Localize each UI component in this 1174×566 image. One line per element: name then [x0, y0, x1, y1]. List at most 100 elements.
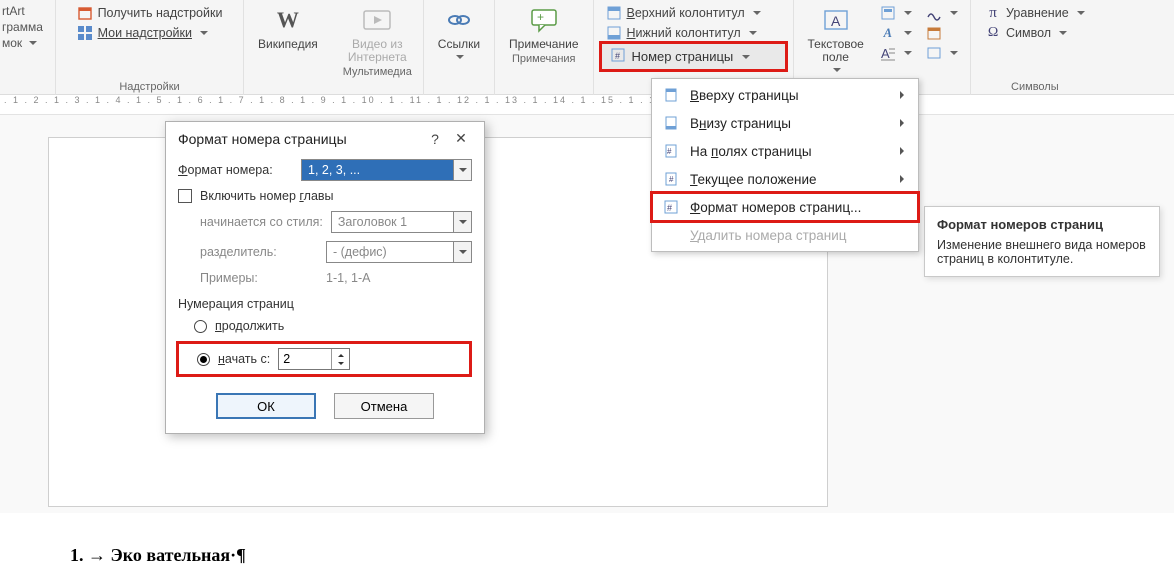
menu-top-of-page[interactable]: Вверху страницы — [652, 81, 918, 109]
page-bottom-icon — [662, 114, 680, 132]
tooltip-heading: Формат номеров страниц — [937, 217, 1147, 232]
continue-radio[interactable] — [194, 320, 207, 333]
page-number-icon: # — [610, 47, 626, 66]
header-dropdown[interactable]: Верхний колонтитул — [602, 4, 785, 22]
menu-format-page-numbers[interactable]: # Формат номеров страниц... — [652, 193, 918, 221]
group-illustrations-partial: rtArt грамма мок — [0, 0, 56, 95]
chapter-style-select[interactable]: Заголовок 1 — [331, 211, 472, 233]
dropcap-button[interactable]: A — [876, 44, 916, 62]
page-margins-icon: # — [662, 142, 680, 160]
horizontal-ruler[interactable]: . 1 . 2 . 1 . 3 . 1 . 4 . 1 . 5 . 1 . 6 … — [0, 95, 1174, 115]
spinner-arrows[interactable] — [331, 349, 349, 369]
page-number-dropdown[interactable]: # Номер страницы — [602, 44, 785, 69]
submenu-arrow-icon — [900, 119, 908, 127]
separator-select[interactable]: - (дефис) — [326, 241, 472, 263]
page-number-menu: Вверху страницы Внизу страницы # На поля… — [651, 78, 919, 252]
store-icon — [77, 5, 93, 21]
quickparts-button[interactable] — [876, 4, 916, 22]
quickparts-icon — [880, 5, 896, 21]
submenu-arrow-icon — [900, 147, 908, 155]
my-addins-button[interactable]: Мои надстройки — [73, 24, 227, 42]
chapter-style-value: Заголовок 1 — [338, 215, 407, 229]
separator-label: разделитель: — [200, 245, 318, 259]
wordart-icon: A — [880, 25, 896, 41]
menu-current-position[interactable]: # Текущее положение — [652, 165, 918, 193]
page-top-icon — [662, 86, 680, 104]
online-video-button[interactable]: Видео из Интернета — [342, 2, 413, 66]
document-text-line: 1. → Эко вательная·¶ — [70, 545, 246, 566]
header-label: Верхний колонтитул — [627, 6, 745, 20]
svg-text:+: + — [537, 10, 544, 24]
comment-icon: + — [528, 4, 560, 36]
svg-text:#: # — [615, 51, 620, 61]
start-at-spinner[interactable] — [278, 348, 350, 370]
menu-page-margins[interactable]: # На полях страницы — [652, 137, 918, 165]
comment-label: Примечание — [509, 38, 578, 51]
format-icon: # — [662, 198, 680, 216]
signature-icon — [926, 5, 942, 21]
cancel-button[interactable]: Отмена — [334, 393, 434, 419]
dialog-help-button[interactable]: ? — [422, 131, 448, 147]
footer-dropdown[interactable]: Нижний колонтитул — [602, 24, 785, 42]
ok-button[interactable]: ОК — [216, 393, 316, 419]
textbox-icon: A — [820, 4, 852, 36]
links-label: Ссылки — [438, 38, 480, 51]
examples-value: 1-1, 1-А — [326, 271, 370, 285]
start-at-radio[interactable] — [197, 353, 210, 366]
signature-button[interactable] — [922, 4, 962, 22]
group-links: Ссылки — [424, 0, 495, 95]
wikipedia-icon: W — [272, 4, 304, 36]
grid-icon — [77, 25, 93, 41]
svg-text:#: # — [667, 203, 672, 213]
menu-format-label: Формат номеров страниц... — [690, 200, 861, 215]
separator-value: - (дефис) — [333, 245, 387, 259]
svg-text:A: A — [881, 46, 890, 61]
dropdown-icon[interactable] — [453, 160, 471, 180]
dropdown-icon[interactable] — [453, 212, 471, 232]
textbox-button[interactable]: A Текстовое поле — [802, 2, 870, 80]
screenshot-label-partial[interactable]: мок — [2, 36, 37, 50]
dialog-close-button[interactable]: ✕ — [448, 130, 474, 147]
page-number-label: Номер страницы — [632, 49, 734, 64]
comments-group-label: Примечания — [512, 53, 576, 67]
dialog-titlebar[interactable]: Формат номера страницы ? ✕ — [166, 122, 484, 155]
dialog-title: Формат номера страницы — [178, 131, 422, 147]
footer-label: Нижний колонтитул — [627, 26, 741, 40]
dropcap-icon: A — [880, 45, 896, 61]
start-at-input[interactable] — [279, 349, 331, 369]
equation-button[interactable]: π Уравнение — [981, 4, 1089, 22]
comment-button[interactable]: + Примечание — [503, 2, 584, 53]
continue-label: продолжить — [215, 319, 284, 333]
textbox-label: Текстовое поле — [808, 38, 864, 64]
menu-remove-label: Удалить номера страниц — [690, 228, 847, 243]
smartart-label-partial[interactable]: rtArt — [2, 4, 25, 18]
include-chapter-label: Включить номер главы — [200, 189, 334, 203]
svg-text:A: A — [831, 13, 841, 29]
group-addins: Получить надстройки Мои надстройки Надст… — [56, 0, 244, 95]
submenu-arrow-icon — [900, 91, 908, 99]
header-icon — [606, 5, 622, 21]
object-button[interactable] — [922, 44, 962, 62]
pi-icon: π — [985, 5, 1001, 21]
dropdown-icon[interactable] — [453, 242, 471, 262]
omega-icon: Ω — [985, 25, 1001, 41]
chart-label-partial[interactable]: грамма — [2, 20, 43, 34]
number-format-select[interactable]: 1, 2, 3, ... — [301, 159, 472, 181]
tooltip-body: Изменение внешнего вида номеров страниц … — [937, 238, 1147, 266]
menu-remove-page-numbers[interactable]: Удалить номера страниц — [652, 221, 918, 249]
menu-bottom-label: Внизу страницы — [690, 116, 791, 131]
examples-label: Примеры: — [200, 271, 318, 285]
links-button[interactable]: Ссылки — [432, 2, 486, 66]
menu-bottom-of-page[interactable]: Внизу страницы — [652, 109, 918, 137]
group-symbols: π Уравнение Ω Символ Символы — [971, 0, 1099, 95]
dialog-page-number-format: Формат номера страницы ? ✕ Формат номера… — [165, 121, 485, 434]
wordart-button[interactable]: A — [876, 24, 916, 42]
menu-margins-label: На полях страницы — [690, 144, 812, 159]
datetime-button[interactable] — [922, 24, 962, 42]
wikipedia-button[interactable]: W Википедия — [252, 2, 324, 53]
include-chapter-checkbox[interactable] — [178, 189, 192, 203]
get-addins-button[interactable]: Получить надстройки — [73, 4, 227, 22]
symbol-button[interactable]: Ω Символ — [981, 24, 1089, 42]
addins-group-label: Надстройки — [119, 81, 179, 95]
media-group-label: Мультимедиа — [343, 66, 412, 80]
